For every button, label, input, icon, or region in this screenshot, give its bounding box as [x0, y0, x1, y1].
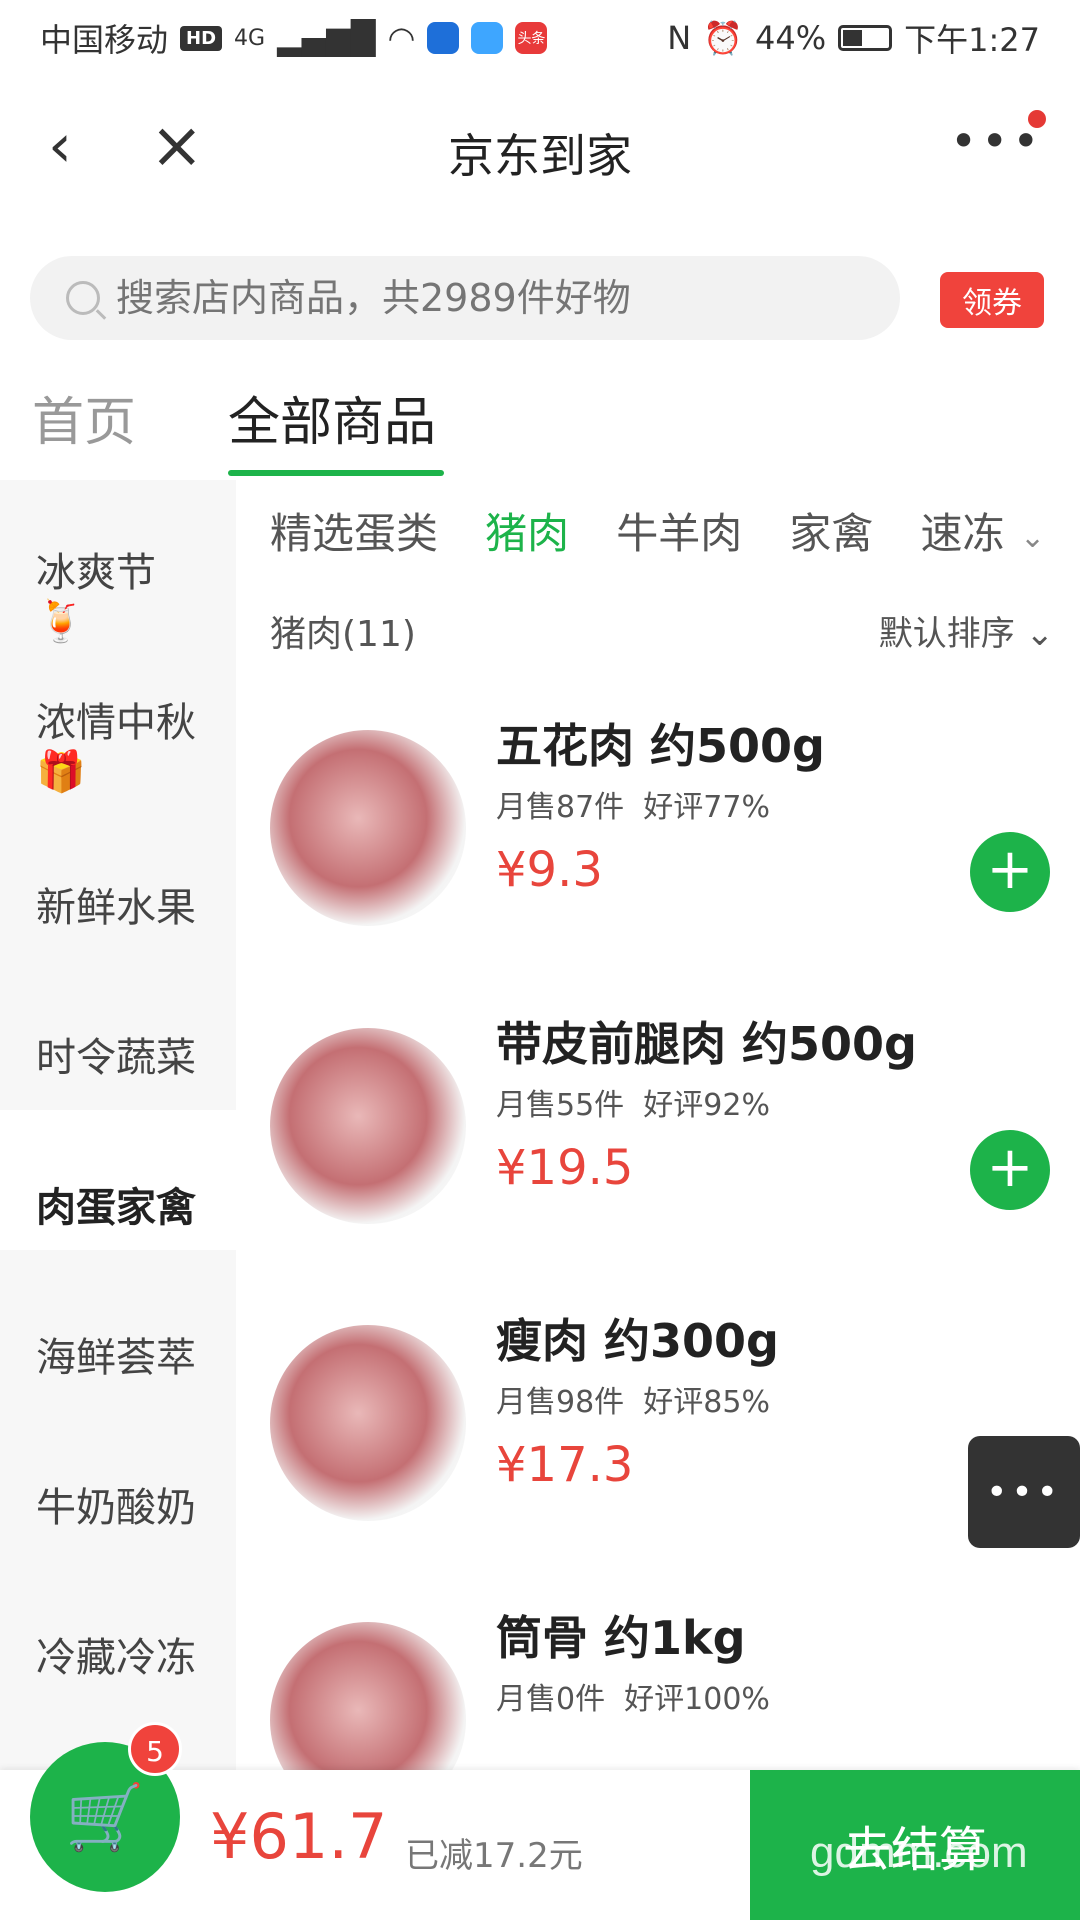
nfc-icon: N [667, 19, 692, 57]
search-box[interactable] [30, 256, 900, 340]
subcat-eggs[interactable]: 精选蛋类 [270, 500, 438, 561]
subcat-poultry[interactable]: 家禽 [789, 500, 873, 561]
product-rating: 好评92% [643, 1088, 770, 1123]
product-rating: 好评77% [643, 790, 770, 825]
product-card[interactable]: 筒骨 约1kg 月售0件 好评100% [270, 1582, 1050, 1770]
network-label: 4G [234, 25, 266, 51]
cocktail-icon: 🍹 [36, 599, 86, 645]
category-sidebar: 冰爽节 🍹 浓情中秋 🎁 新鲜水果 时令蔬菜 肉蛋家禽 海鲜荟萃 牛奶酸奶 冷藏… [0, 480, 236, 1770]
product-rating: 好评100% [624, 1682, 770, 1717]
sidebar-item-frozen[interactable]: 冷藏冷冻 [36, 1625, 196, 1683]
product-name: 带皮前腿肉 约500g [496, 1017, 917, 1071]
product-sales: 月售0件 [496, 1682, 606, 1717]
nav-bar: ‹ × 京东到家 ••• [0, 76, 1080, 216]
product-image[interactable] [270, 1622, 466, 1770]
product-name: 瘦肉 约300g [496, 1314, 779, 1368]
subcat-beef-lamb[interactable]: 牛羊肉 [616, 500, 742, 561]
tab-home[interactable]: 首页 [32, 380, 136, 455]
product-meta: 月售55件 好评92% [496, 1080, 770, 1124]
product-sales: 月售98件 [496, 1385, 625, 1420]
product-meta: 月售0件 好评100% [496, 1674, 770, 1718]
product-image[interactable] [270, 1325, 466, 1521]
status-left: 中国移动 HD 4G ▂▄▆█ ◠ 头条 [40, 15, 548, 61]
wifi-icon: ◠ [387, 19, 416, 57]
product-card[interactable]: 带皮前腿肉 约500g 月售55件 好评92% ¥19.5 + [270, 988, 1050, 1278]
sidebar-item-seafood[interactable]: 海鲜荟萃 [36, 1325, 196, 1383]
carrier-label: 中国移动 [40, 21, 169, 59]
hd-badge: HD [180, 25, 223, 51]
sidebar-item-label: 冰爽节 [36, 550, 156, 596]
sidebar-item-label: 浓情中秋 [36, 700, 196, 746]
product-image[interactable] [270, 730, 466, 926]
product-meta: 月售98件 好评85% [496, 1377, 770, 1421]
product-name: 筒骨 约1kg [496, 1611, 746, 1665]
status-bar: 中国移动 HD 4G ▂▄▆█ ◠ 头条 N ⏰ 44% 下午1:27 [0, 0, 1080, 76]
page-title: 京东到家 [448, 129, 632, 183]
watermark: gdmm.com [810, 1828, 1028, 1877]
sidebar-item-meat-egg-poultry[interactable]: 肉蛋家禽 [36, 1175, 196, 1233]
product-image[interactable] [270, 1028, 466, 1224]
signal-icon: ▂▄▆█ [277, 19, 376, 57]
product-card[interactable]: 五花肉 约500g 月售87件 好评77% ¥9.3 + [270, 690, 1050, 980]
coupon-button[interactable]: 领券 [940, 272, 1044, 328]
list-header: 猪肉(11) [270, 614, 416, 655]
cart-discount: 已减17.2元 [405, 1836, 583, 1876]
sidebar-item-zhongqiu[interactable]: 浓情中秋 🎁 [36, 690, 196, 795]
cart-count-badge: 5 [128, 1722, 182, 1776]
shield-app-icon [427, 22, 460, 54]
toutiao-app-icon: 头条 [515, 22, 548, 54]
floating-more-button[interactable]: ••• [968, 1436, 1080, 1548]
chevron-down-icon[interactable]: ⌄ [1020, 520, 1066, 555]
product-price: ¥9.3 [496, 842, 603, 898]
clock-time: 下午1:27 [904, 21, 1040, 59]
sidebar-item-vegetable[interactable]: 时令蔬菜 [36, 1025, 196, 1083]
search-input[interactable] [114, 275, 878, 321]
sidebar-item-fruit[interactable]: 新鲜水果 [36, 875, 196, 933]
tab-all-products[interactable]: 全部商品 [228, 380, 436, 455]
gift-icon: 🎁 [36, 749, 86, 795]
active-tab-indicator [228, 470, 444, 476]
subcategory-bar: 精选蛋类 猪肉 牛羊肉 家禽 速冻 [270, 500, 1060, 570]
subcat-frozen[interactable]: 速冻 [920, 500, 1004, 561]
product-sales: 月售87件 [496, 790, 625, 825]
browser-app-icon [471, 22, 504, 54]
sidebar-item-dairy[interactable]: 牛奶酸奶 [36, 1475, 196, 1533]
store-tabs: 首页 全部商品 [0, 370, 1080, 480]
add-to-cart-button[interactable]: + [970, 1130, 1050, 1210]
battery-percent: 44% [755, 19, 827, 57]
search-icon [66, 281, 100, 315]
sidebar-item-bingshuangjie[interactable]: 冰爽节 🍹 [36, 540, 156, 645]
product-sales: 月售55件 [496, 1088, 625, 1123]
product-rating: 好评85% [643, 1385, 770, 1420]
subcat-pork[interactable]: 猪肉 [485, 500, 569, 561]
product-card[interactable]: 瘦肉 约300g 月售98件 好评85% ¥17.3 [270, 1285, 1050, 1575]
status-right: N ⏰ 44% 下午1:27 [667, 15, 1040, 61]
product-meta: 月售87件 好评77% [496, 782, 770, 826]
alarm-icon: ⏰ [703, 19, 743, 57]
add-to-cart-button[interactable]: + [970, 832, 1050, 912]
notification-dot [1028, 110, 1046, 128]
product-price: ¥19.5 [496, 1140, 634, 1196]
product-price: ¥17.3 [496, 1437, 634, 1493]
battery-icon [838, 25, 893, 51]
more-icon[interactable]: ••• [950, 114, 1040, 174]
cart-total-price: ¥61.7 [210, 1800, 388, 1873]
product-name: 五花肉 约500g [496, 719, 825, 773]
sort-button[interactable]: 默认排序 ⌄ [879, 606, 1054, 655]
